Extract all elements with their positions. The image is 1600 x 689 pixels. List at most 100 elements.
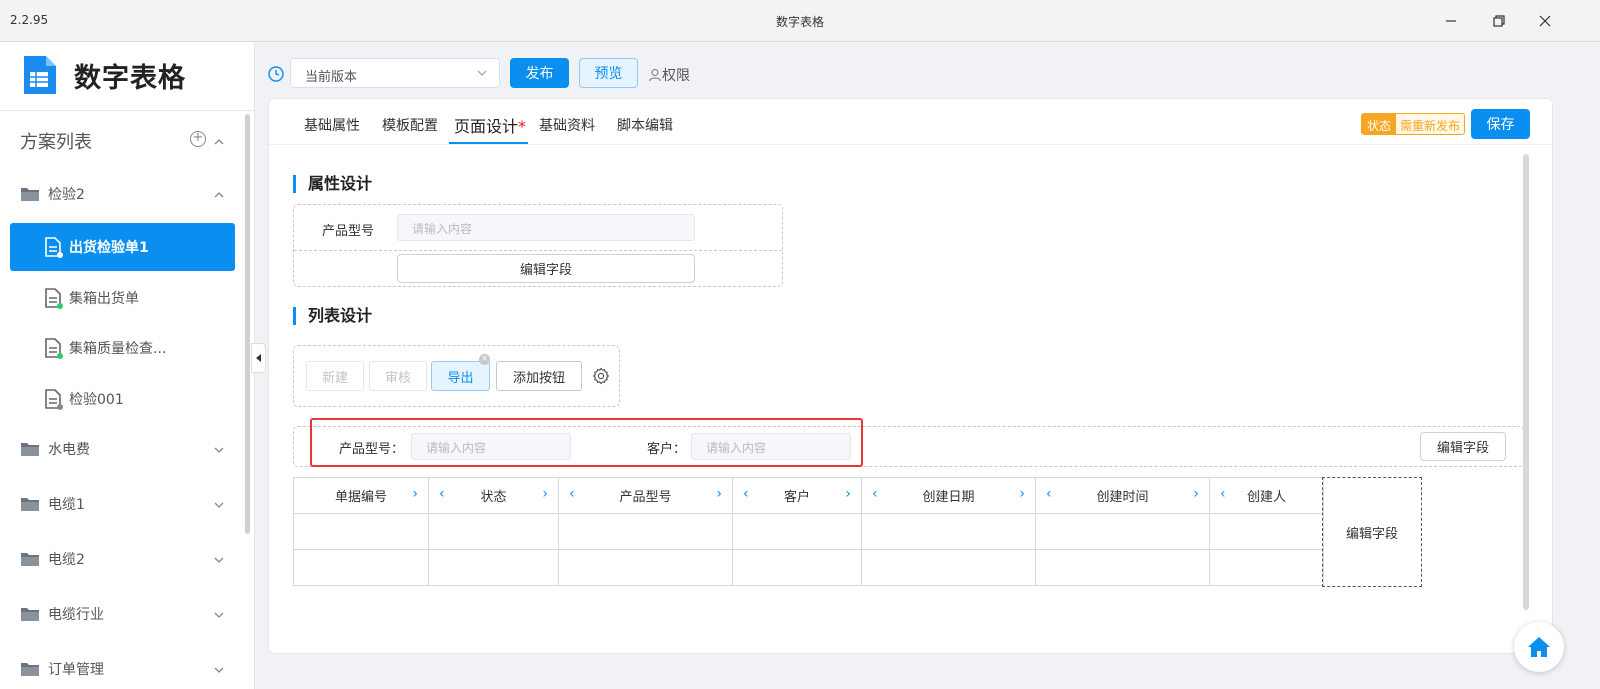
sidebar-item-container-quality[interactable]: 集箱质量检查... xyxy=(10,324,235,372)
sidebar-collapse-button[interactable] xyxy=(251,343,266,373)
table-edit-fields-button[interactable]: 编辑字段 xyxy=(1322,477,1422,587)
table-row xyxy=(293,549,1324,586)
app-name: 数字表格 xyxy=(74,62,186,94)
tab-page-design[interactable]: 页面设计* xyxy=(454,113,526,137)
tab-label: 页面设计 xyxy=(454,117,519,136)
sidebar-group-label: 电缆行业 xyxy=(48,607,104,623)
status-dot xyxy=(57,404,63,410)
close-window-button[interactable] xyxy=(1530,8,1560,34)
publish-button[interactable]: 发布 xyxy=(510,58,569,88)
sidebar-group-cable-industry[interactable]: 电缆行业 xyxy=(20,604,104,624)
chevron-down-icon[interactable] xyxy=(214,665,224,675)
column-header[interactable]: ‹ 客户 › xyxy=(732,477,862,514)
status-dot xyxy=(57,252,63,258)
restore-button[interactable] xyxy=(1484,8,1514,34)
tab-script-edit[interactable]: 脚本编辑 xyxy=(617,115,673,135)
column-header[interactable]: ‹ 状态 › xyxy=(428,477,559,514)
restore-icon xyxy=(1493,15,1505,27)
list-preview-table: 单据编号 › ‹ 状态 › ‹ 产品型号 › ‹ 客户 › ‹ 创建日期 › ‹ 创建时间 › ‹ 创建… xyxy=(293,477,1324,586)
chevron-up-icon[interactable] xyxy=(214,137,224,147)
sidebar-group-label: 订单管理 xyxy=(48,662,104,678)
preview-button[interactable]: 预览 xyxy=(579,58,638,88)
scheme-list-title: 方案列表 xyxy=(20,132,92,153)
window-title: 数字表格 xyxy=(775,15,824,29)
add-button-button[interactable]: 添加按钮 xyxy=(496,361,582,391)
move-right-icon[interactable]: › xyxy=(716,486,722,502)
column-header[interactable]: ‹ 创建人 xyxy=(1209,477,1324,514)
sidebar-group-order-management[interactable]: 订单管理 xyxy=(20,659,104,679)
sidebar-group-jianyan2[interactable]: 检验2 xyxy=(20,184,85,204)
list-button-area: 新建 审核 导出 × 添加按钮 xyxy=(293,345,620,407)
tab-basic-data[interactable]: 基础资料 xyxy=(539,115,595,135)
sidebar-item-outbound-inspection[interactable]: 出货检验单1 xyxy=(10,223,235,271)
move-left-icon[interactable]: ‹ xyxy=(569,486,575,502)
home-button[interactable] xyxy=(1514,622,1564,672)
table-cell xyxy=(1035,513,1210,550)
sidebar-group-cable1[interactable]: 电缆1 xyxy=(20,494,85,514)
sidebar-group-label: 水电费 xyxy=(48,442,90,458)
status-dot xyxy=(57,303,63,309)
table-cell xyxy=(1209,549,1324,586)
review-button[interactable]: 审核 xyxy=(369,361,427,391)
column-label: 创建时间 xyxy=(1096,490,1149,505)
export-button[interactable]: 导出 xyxy=(431,361,490,391)
product-model-input[interactable]: 请输入内容 xyxy=(397,214,695,241)
sidebar-group-cable2[interactable]: 电缆2 xyxy=(20,549,85,569)
gear-icon[interactable] xyxy=(592,367,610,385)
chevron-down-icon[interactable] xyxy=(214,500,224,510)
sidebar-item-container-shipping[interactable]: 集箱出货单 xyxy=(10,274,235,322)
tab-bar: 基础属性 模板配置 页面设计* 基础资料 脚本编辑 状态 需重新发布 保存 xyxy=(269,99,1552,145)
card-scrollbar[interactable] xyxy=(1523,154,1529,610)
move-left-icon[interactable]: ‹ xyxy=(872,486,878,502)
move-right-icon[interactable]: › xyxy=(845,486,851,502)
sidebar-scrollbar[interactable] xyxy=(245,114,250,534)
search-edit-fields-button[interactable]: 编辑字段 xyxy=(1420,432,1506,461)
folder-icon xyxy=(21,443,39,456)
folder-icon xyxy=(21,188,39,201)
status-value: 需重新发布 xyxy=(1396,114,1465,134)
home-icon xyxy=(1528,637,1550,657)
folder-icon xyxy=(21,498,39,511)
move-right-icon[interactable]: › xyxy=(1019,486,1025,502)
chevron-down-icon[interactable] xyxy=(214,610,224,620)
move-right-icon[interactable]: › xyxy=(542,486,548,502)
table-cell xyxy=(861,513,1036,550)
column-header[interactable]: ‹ 创建日期 › xyxy=(861,477,1036,514)
move-right-icon[interactable]: › xyxy=(412,486,418,502)
version-select[interactable]: 当前版本 xyxy=(290,58,500,88)
document-icon xyxy=(44,389,63,410)
chevron-down-icon[interactable] xyxy=(214,445,224,455)
sidebar-group-utilities[interactable]: 水电费 xyxy=(20,439,90,459)
sidebar-item-label: 集箱质量检查... xyxy=(69,341,167,357)
chevron-up-icon[interactable] xyxy=(214,190,224,200)
column-header[interactable]: ‹ 创建时间 › xyxy=(1035,477,1210,514)
tab-basic-properties[interactable]: 基础属性 xyxy=(304,115,360,135)
column-header[interactable]: ‹ 产品型号 › xyxy=(558,477,733,514)
table-cell xyxy=(1035,549,1210,586)
minimize-button[interactable] xyxy=(1436,8,1466,34)
column-label: 状态 xyxy=(480,490,507,505)
status-dot xyxy=(57,353,63,359)
move-right-icon[interactable]: › xyxy=(1193,486,1199,502)
move-left-icon[interactable]: ‹ xyxy=(1046,486,1052,502)
column-header[interactable]: 单据编号 › xyxy=(293,477,429,514)
table-cell xyxy=(732,549,862,586)
chevron-down-icon[interactable] xyxy=(214,555,224,565)
save-button[interactable]: 保存 xyxy=(1471,109,1530,139)
move-left-icon[interactable]: ‹ xyxy=(439,486,445,502)
permission-button[interactable]: 权限 xyxy=(648,65,690,85)
list-design-title: 列表设计 xyxy=(293,307,372,325)
tab-template-config[interactable]: 模板配置 xyxy=(382,115,438,135)
remove-button-icon[interactable]: × xyxy=(479,354,490,365)
modified-mark: * xyxy=(518,117,527,136)
add-scheme-icon[interactable]: + xyxy=(190,131,206,147)
move-left-icon[interactable]: ‹ xyxy=(743,486,749,502)
sidebar-item-inspection-001[interactable]: 检验001 xyxy=(10,375,235,423)
new-button[interactable]: 新建 xyxy=(306,361,364,391)
table-cell xyxy=(732,513,862,550)
column-label: 客户 xyxy=(783,490,810,505)
move-left-icon[interactable]: ‹ xyxy=(1220,486,1226,502)
attr-edit-fields-button[interactable]: 编辑字段 xyxy=(397,254,695,283)
permission-label: 权限 xyxy=(662,68,690,84)
folder-icon xyxy=(21,553,39,566)
